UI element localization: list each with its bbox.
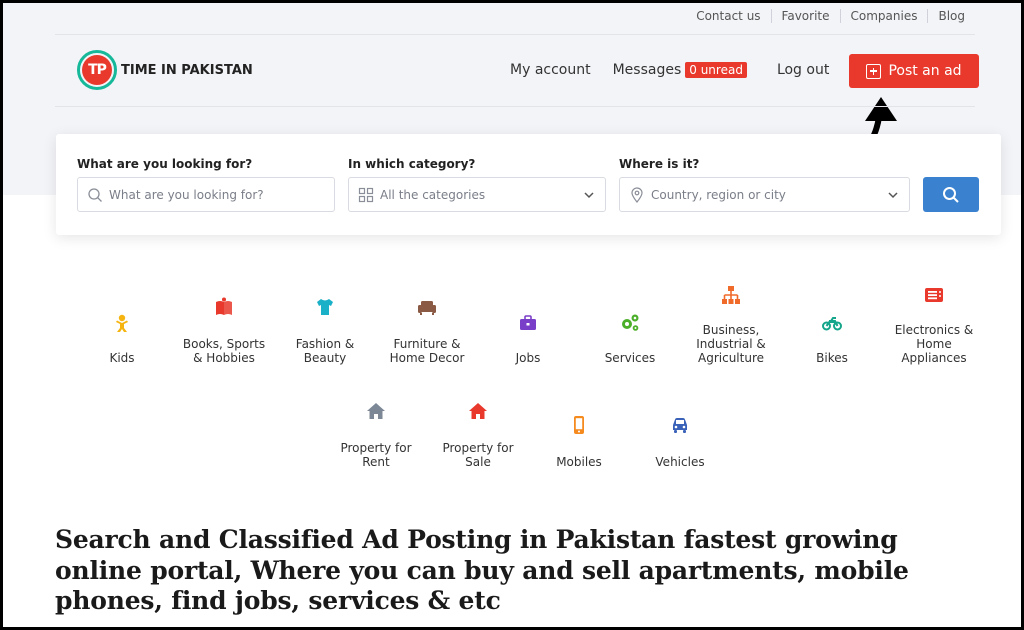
- category-property-for-rent[interactable]: Property for Rent: [326, 283, 426, 483]
- book-icon: [216, 297, 232, 315]
- home-icon: [469, 403, 487, 419]
- category-kids[interactable]: Kids: [72, 283, 172, 483]
- companies-link[interactable]: Companies: [841, 9, 928, 23]
- category-label: Kids: [109, 351, 135, 365]
- page-headline: Search and Classified Ad Posting in Paki…: [55, 525, 909, 615]
- location-placeholder: Country, region or city: [651, 187, 786, 202]
- chevron-down-icon: [584, 192, 594, 199]
- logo-text: TIME IN PAKISTAN: [121, 62, 253, 78]
- logo-mark-text: TP: [82, 55, 112, 85]
- car-icon: [673, 418, 687, 433]
- mobile-icon: [574, 416, 584, 434]
- category-bikes[interactable]: Bikes: [782, 283, 882, 483]
- category-select[interactable]: All the categories: [348, 177, 606, 212]
- category-label: In which category?: [348, 157, 476, 171]
- chevron-down-icon: [888, 192, 898, 199]
- category-label: Electronics & Home Appliances: [894, 323, 974, 365]
- category-label: Bikes: [816, 351, 848, 365]
- search-icon: [88, 187, 102, 202]
- category-electronics-home-appliances[interactable]: Electronics & Home Appliances: [884, 283, 984, 483]
- what-label: What are you looking for?: [77, 157, 253, 171]
- blog-link[interactable]: Blog: [928, 9, 975, 23]
- unread-badge: 0 unread: [685, 62, 747, 78]
- appliance-icon: [925, 288, 943, 302]
- category-books-sports-hobbies[interactable]: Books, Sports & Hobbies: [174, 283, 274, 483]
- category-label: Books, Sports & Hobbies: [182, 337, 266, 365]
- category-label: Mobiles: [556, 455, 602, 469]
- location-select[interactable]: Country, region or city: [619, 177, 910, 212]
- site-logo[interactable]: TP TIME IN PAKISTAN: [77, 50, 253, 90]
- main-nav: My account Messages 0 unread Log out: [510, 62, 829, 78]
- header-divider: [55, 34, 975, 35]
- favorite-link[interactable]: Favorite: [772, 9, 840, 23]
- messages-label: Messages: [612, 62, 682, 78]
- my-account-link[interactable]: My account: [510, 62, 591, 78]
- post-ad-label: Post an ad: [888, 63, 962, 79]
- category-mobiles[interactable]: Mobiles: [529, 283, 629, 483]
- top-links-bar: Contact us Favorite Companies Blog: [686, 9, 975, 23]
- category-label: Vehicles: [655, 455, 705, 469]
- category-label: Property for Sale: [442, 441, 514, 469]
- keyword-search-input[interactable]: What are you looking for?: [77, 177, 335, 212]
- messages-link[interactable]: Messages 0 unread: [613, 62, 747, 78]
- category-vehicles[interactable]: Vehicles: [630, 283, 730, 483]
- logo-mark-icon: TP: [77, 50, 117, 90]
- search-icon: [943, 186, 959, 203]
- page-frame: Contact us Favorite Companies Blog TP TI…: [0, 0, 1024, 630]
- baby-icon: [116, 314, 128, 332]
- search-button[interactable]: [923, 177, 979, 212]
- map-pin-icon: [631, 186, 643, 203]
- post-ad-button[interactable]: Post an ad: [849, 54, 979, 88]
- grid-icon: [358, 187, 374, 202]
- where-label: Where is it?: [619, 157, 700, 171]
- category-label: Property for Rent: [340, 441, 412, 469]
- home-icon: [367, 403, 385, 419]
- nav-divider: [55, 106, 975, 107]
- logout-link[interactable]: Log out: [777, 62, 829, 78]
- category-value: All the categories: [380, 187, 486, 202]
- keyword-placeholder: What are you looking for?: [109, 187, 264, 202]
- contact-us-link[interactable]: Contact us: [686, 9, 770, 23]
- category-property-for-sale[interactable]: Property for Sale: [428, 283, 528, 483]
- motorcycle-icon: [822, 317, 842, 331]
- plus-square-icon: [866, 63, 882, 79]
- search-panel: What are you looking for? What are you l…: [56, 134, 1001, 235]
